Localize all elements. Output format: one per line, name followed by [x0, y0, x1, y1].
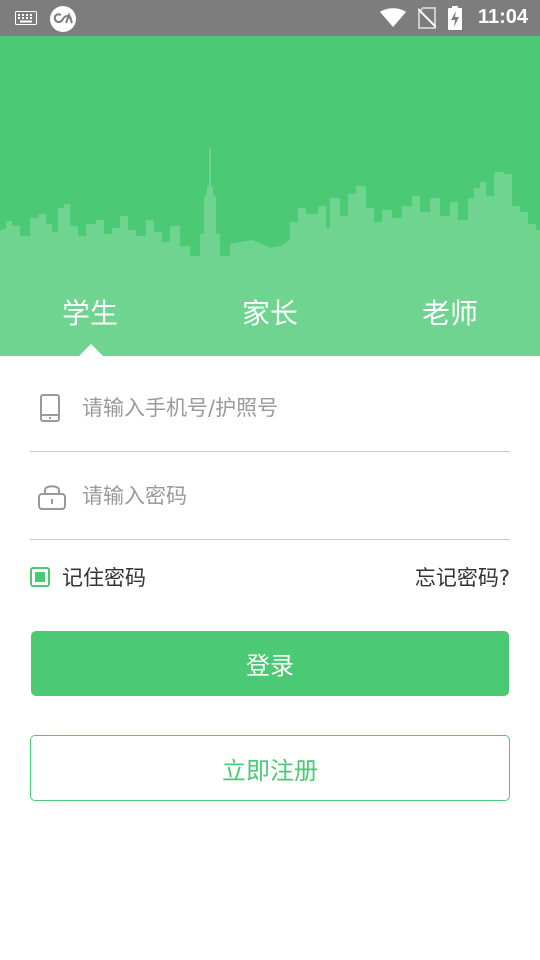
remember-checkbox[interactable]	[30, 567, 50, 587]
tab-parent[interactable]: 家长	[180, 288, 360, 344]
phone-icon	[38, 394, 62, 426]
keyboard-icon	[15, 10, 37, 29]
clock: 11:04	[477, 6, 528, 28]
app-notification-icon	[50, 6, 76, 32]
selected-tab-indicator	[79, 344, 103, 356]
phone-field	[30, 364, 510, 452]
wifi-icon	[380, 8, 406, 32]
password-input[interactable]	[82, 474, 502, 518]
checkbox-checked-mark	[35, 572, 45, 582]
tab-teacher[interactable]: 老师	[360, 288, 540, 344]
remember-password-toggle[interactable]: 记住密码	[30, 560, 146, 594]
lock-icon	[38, 482, 66, 514]
register-button[interactable]: 立即注册	[30, 735, 510, 801]
role-tabs: 学生 家长 老师	[0, 288, 540, 356]
tab-student[interactable]: 学生	[0, 288, 180, 344]
phone-input[interactable]	[82, 386, 502, 430]
header-banner: 学生 家长 老师	[0, 36, 540, 356]
remember-label: 记住密码	[62, 566, 146, 590]
password-field	[30, 452, 510, 540]
status-bar: 11:04	[0, 0, 540, 36]
no-sim-icon	[417, 7, 437, 33]
battery-charging-icon	[448, 6, 462, 34]
forgot-password-link[interactable]: 忘记密码?	[415, 562, 510, 592]
login-button[interactable]: 登录	[31, 631, 509, 696]
